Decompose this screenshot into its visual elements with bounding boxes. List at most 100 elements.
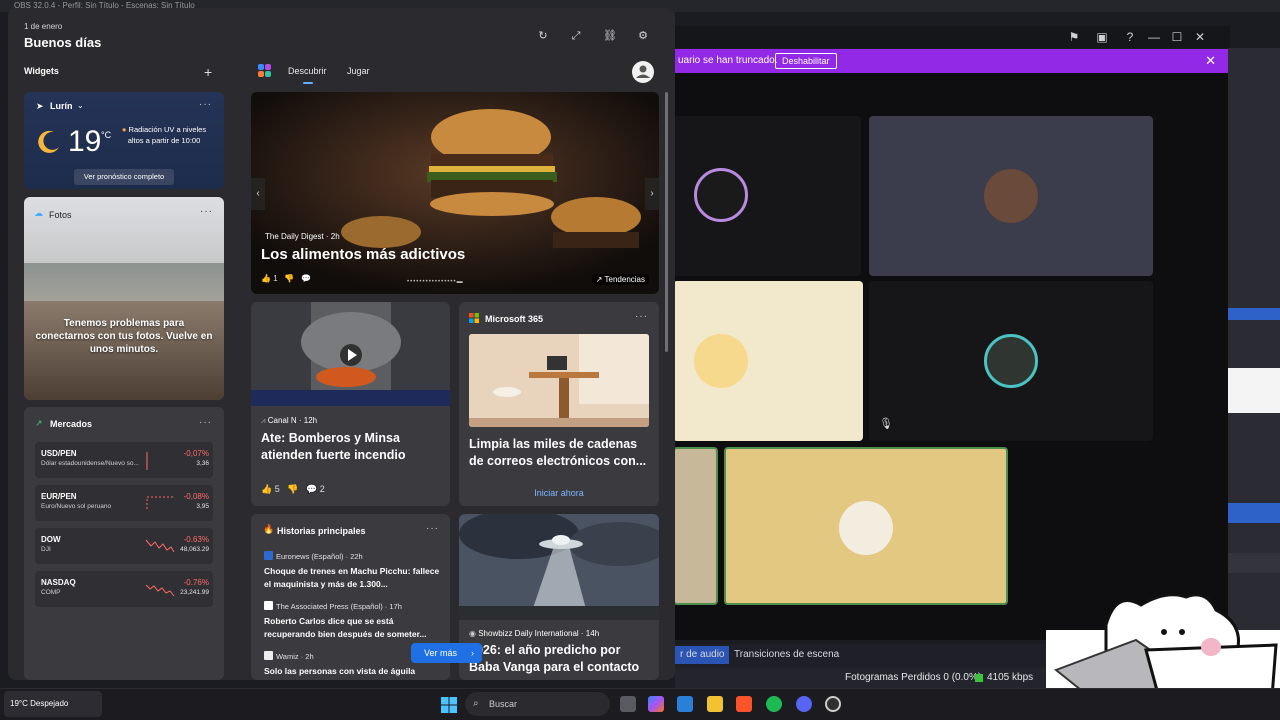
flame-icon: 🔥	[263, 524, 275, 534]
news-source[interactable]: ◉ Showbizz Daily International · 14h	[469, 629, 599, 638]
refresh-icon[interactable]: ↻	[535, 28, 551, 44]
copilot-icon[interactable]	[258, 64, 271, 77]
participant-tile[interactable]	[673, 281, 863, 441]
tab-audio-mixer[interactable]: r de audio	[675, 646, 730, 664]
picture-in-picture-icon[interactable]: ▣	[1095, 30, 1109, 44]
link-icon[interactable]: ⛓	[602, 28, 618, 44]
tab-scene-transitions[interactable]: Transiciones de escena	[729, 646, 844, 664]
add-widget-icon[interactable]: +	[204, 64, 212, 80]
file-explorer-icon[interactable]	[707, 696, 723, 712]
minimize-icon[interactable]: —	[1147, 30, 1161, 44]
stocks-icon: ↗	[35, 418, 43, 428]
market-value: 3,95	[196, 503, 209, 510]
hero-title[interactable]: Los alimentos más adictivos	[261, 246, 465, 263]
market-change: -0.76%	[183, 578, 209, 587]
comment-icon[interactable]: 💬	[306, 484, 317, 494]
news-title[interactable]: 2026: el año predicho por Baba Vanga par…	[469, 642, 651, 676]
see-more-button[interactable]: Ver más ›	[411, 643, 482, 663]
windows-start-icon[interactable]	[441, 697, 457, 713]
close-icon[interactable]: ✕	[1193, 30, 1207, 44]
obs-icon[interactable]	[825, 696, 841, 712]
weather-widget[interactable]: ➤ Lurín ⌄ ··· 19 °C ● Radiación UV a niv…	[24, 92, 224, 189]
feed-scrollbar[interactable]	[665, 92, 668, 352]
uv-alert[interactable]: ● Radiación UV a niveles altos a partir …	[114, 125, 214, 146]
comment-icon[interactable]: 💬	[301, 274, 311, 283]
participant-tile[interactable]: 🎙	[869, 281, 1153, 441]
help-icon[interactable]: ?	[1123, 30, 1137, 44]
thumbs-up-icon[interactable]: 👍	[261, 484, 272, 494]
sun-icon: ●	[121, 125, 129, 134]
see-more-label: Ver más	[424, 648, 458, 658]
story-title[interactable]: Roberto Carlos dice que se está recupera…	[264, 615, 444, 640]
news-card[interactable]: ⩘ Canal N · 12h Ate: Bomberos y Minsa at…	[251, 302, 450, 506]
markets-widget[interactable]: ↗ Mercados ··· USD/PEN Dólar estadounide…	[24, 407, 224, 680]
story-title[interactable]: Choque de trenes en Machu Picchu: fallec…	[264, 565, 444, 590]
story-title[interactable]: Solo las personas con vista de águila	[264, 665, 444, 678]
news-source[interactable]: ⩘ Canal N · 12h	[261, 416, 317, 426]
store-icon[interactable]	[677, 696, 693, 712]
participant-tile[interactable]	[869, 116, 1153, 276]
search-icon: ⌕	[473, 698, 479, 709]
tab-descubrir[interactable]: Descubrir	[288, 66, 327, 76]
thumbs-up-icon[interactable]: 👍	[261, 274, 271, 283]
weather-location[interactable]: Lurín	[50, 101, 73, 111]
microsoft365-card[interactable]: Microsoft 365 ··· Limpia las miles de ca…	[459, 302, 659, 506]
market-row[interactable]: NASDAQ COMP -0.76% 23,241.99	[35, 571, 213, 607]
more-options-icon[interactable]: ···	[200, 206, 213, 217]
news-title[interactable]: Ate: Bomberos y Minsa atienden fuerte in…	[261, 430, 441, 464]
more-options-icon[interactable]: ···	[426, 523, 439, 534]
start-now-link[interactable]: Iniciar ahora	[459, 488, 659, 498]
hero-source[interactable]: The Daily Digest · 2h	[265, 232, 340, 241]
banner-close-icon[interactable]: ✕	[1205, 49, 1216, 73]
flag-icon[interactable]: ⚑	[1067, 30, 1081, 44]
thumbs-down-icon[interactable]: 👎	[287, 484, 298, 494]
tab-jugar[interactable]: Jugar	[347, 66, 370, 76]
m365-promo-text[interactable]: Limpia las miles de cadenas de correos e…	[469, 436, 649, 470]
participant-tile[interactable]	[724, 447, 1008, 605]
carousel-next-button[interactable]: ›	[645, 178, 659, 210]
expand-icon[interactable]: ⤢	[568, 28, 584, 44]
profile-avatar[interactable]	[632, 61, 654, 83]
taskbar-search[interactable]: ⌕ Buscar	[465, 692, 610, 716]
disable-button[interactable]: Deshabilitar	[775, 53, 837, 69]
call-title-bar: ⚑ ▣ ? — ☐ ✕	[675, 26, 1230, 48]
market-row[interactable]: USD/PEN Dólar estadounidense/Nuevo so...…	[35, 442, 213, 478]
thumbs-down-icon[interactable]: 👎	[284, 274, 294, 283]
more-options-icon[interactable]: ···	[635, 311, 648, 322]
story-source: Wamiz · 2h	[264, 651, 314, 661]
widgets-section-title: Widgets	[24, 66, 59, 76]
spotify-icon[interactable]	[766, 696, 782, 712]
participant-tile[interactable]	[673, 447, 718, 605]
photos-widget[interactable]: ☁ Fotos ··· Tenemos problemas para conec…	[24, 197, 224, 400]
discord-icon[interactable]	[796, 696, 812, 712]
market-row[interactable]: DOW DJI -0.63% 48,063.29	[35, 528, 213, 564]
temperature-unit: °C	[101, 130, 112, 140]
market-sparkline	[146, 452, 148, 470]
market-symbol: EUR/PEN	[41, 492, 77, 501]
task-view-icon[interactable]	[620, 696, 636, 712]
carousel-pagination[interactable]: ••••••••••••••••▬	[407, 279, 464, 285]
participant-tile[interactable]	[673, 116, 861, 276]
carousel-prev-button[interactable]: ‹	[251, 178, 265, 210]
maximize-icon[interactable]: ☐	[1170, 30, 1184, 44]
more-options-icon[interactable]: ···	[199, 99, 212, 110]
settings-icon[interactable]: ⚙	[635, 28, 651, 44]
market-value: 48,063.29	[180, 546, 209, 553]
trending-badge[interactable]: ↗ Tendencias	[591, 274, 649, 285]
copilot-icon[interactable]	[648, 696, 664, 712]
news-image	[459, 514, 659, 620]
temperature: 19	[68, 125, 102, 158]
notice-banner: uario se han truncado. Deshabilitar ✕	[675, 49, 1228, 73]
market-row[interactable]: EUR/PEN Euro/Nuevo sol peruano -0,08% 3,…	[35, 485, 213, 521]
news-card[interactable]: ◉ Showbizz Daily International · 14h 202…	[459, 514, 659, 680]
chevron-down-icon[interactable]: ⌄	[77, 101, 84, 110]
hero-news-card[interactable]: ‹ › The Daily Digest · 2h Los alimentos …	[251, 92, 659, 294]
video-call-grid: 🎙	[673, 73, 1228, 640]
source-logo-icon: ⩘	[261, 416, 268, 425]
taskbar-weather[interactable]: 19°C Despejado	[4, 691, 102, 717]
source-logo-icon: ◉	[469, 629, 479, 638]
trending-label: Tendencias	[604, 275, 645, 284]
brave-browser-icon[interactable]	[736, 696, 752, 712]
full-forecast-button[interactable]: Ver pronóstico completo	[74, 169, 174, 185]
more-options-icon[interactable]: ···	[199, 417, 212, 428]
